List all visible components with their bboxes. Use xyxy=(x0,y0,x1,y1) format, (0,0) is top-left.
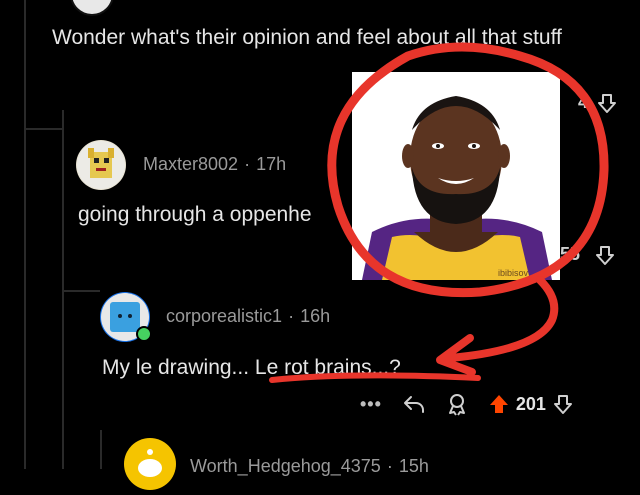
avatar[interactable] xyxy=(76,140,126,190)
top-user-avatar[interactable] xyxy=(70,0,114,16)
separator: · xyxy=(288,306,295,326)
comment-author[interactable]: Maxter8002 · 17h xyxy=(143,154,286,175)
vote-count: 201 xyxy=(515,393,546,414)
reply-icon[interactable] xyxy=(402,393,426,415)
separator: · xyxy=(386,456,393,476)
comment-author[interactable]: corporealistic1 · 16h xyxy=(166,306,330,327)
annotation-arrowhead xyxy=(436,334,476,376)
annotation-arrow xyxy=(446,276,559,362)
vote-control: 201 xyxy=(488,393,574,415)
avatar-image xyxy=(77,141,125,189)
thread-connector xyxy=(24,128,62,130)
photo-watermark: ibibisov xyxy=(498,268,529,278)
avatar[interactable] xyxy=(124,438,176,490)
comment-text-highlight: Le rot brains...? xyxy=(254,356,401,379)
username[interactable]: Worth_Hedgehog_4375 xyxy=(190,456,381,476)
comment-text: My le drawing... Le rot brains...? xyxy=(102,356,401,380)
separator: · xyxy=(244,154,251,174)
username[interactable]: corporealistic1 xyxy=(166,306,282,326)
comment-author[interactable]: Worth_Hedgehog_4375 · 15h xyxy=(190,456,429,477)
comment-actions: ••• 201 xyxy=(360,392,574,416)
parent-vote-count: 4 xyxy=(578,92,589,112)
more-icon[interactable]: ••• xyxy=(360,394,382,415)
timestamp: 17h xyxy=(256,154,287,174)
snoo-icon xyxy=(125,439,175,489)
award-icon[interactable] xyxy=(446,392,468,416)
thread-connector xyxy=(62,290,100,292)
username[interactable]: Maxter8002 xyxy=(143,154,238,174)
arrow-down-icon[interactable] xyxy=(596,92,618,114)
comment-text-prefix: My le drawing... xyxy=(102,356,255,379)
arrow-down-icon[interactable] xyxy=(552,393,574,415)
comment-text: going through a oppenhe xyxy=(78,203,312,226)
thread-line-level3 xyxy=(100,430,102,469)
arrow-up-icon[interactable] xyxy=(488,393,510,415)
online-indicator xyxy=(136,326,152,342)
overlay-photo: ibibisov xyxy=(352,72,560,280)
arrow-down-icon[interactable] xyxy=(594,244,616,266)
parent-comment-text: Wonder what's their opinion and feel abo… xyxy=(52,26,562,49)
timestamp: 15h xyxy=(398,456,429,476)
comment-vote-count: 55 xyxy=(560,244,581,264)
timestamp: 16h xyxy=(300,306,331,326)
person-photo xyxy=(352,72,560,280)
thread-line-level1 xyxy=(24,0,26,469)
